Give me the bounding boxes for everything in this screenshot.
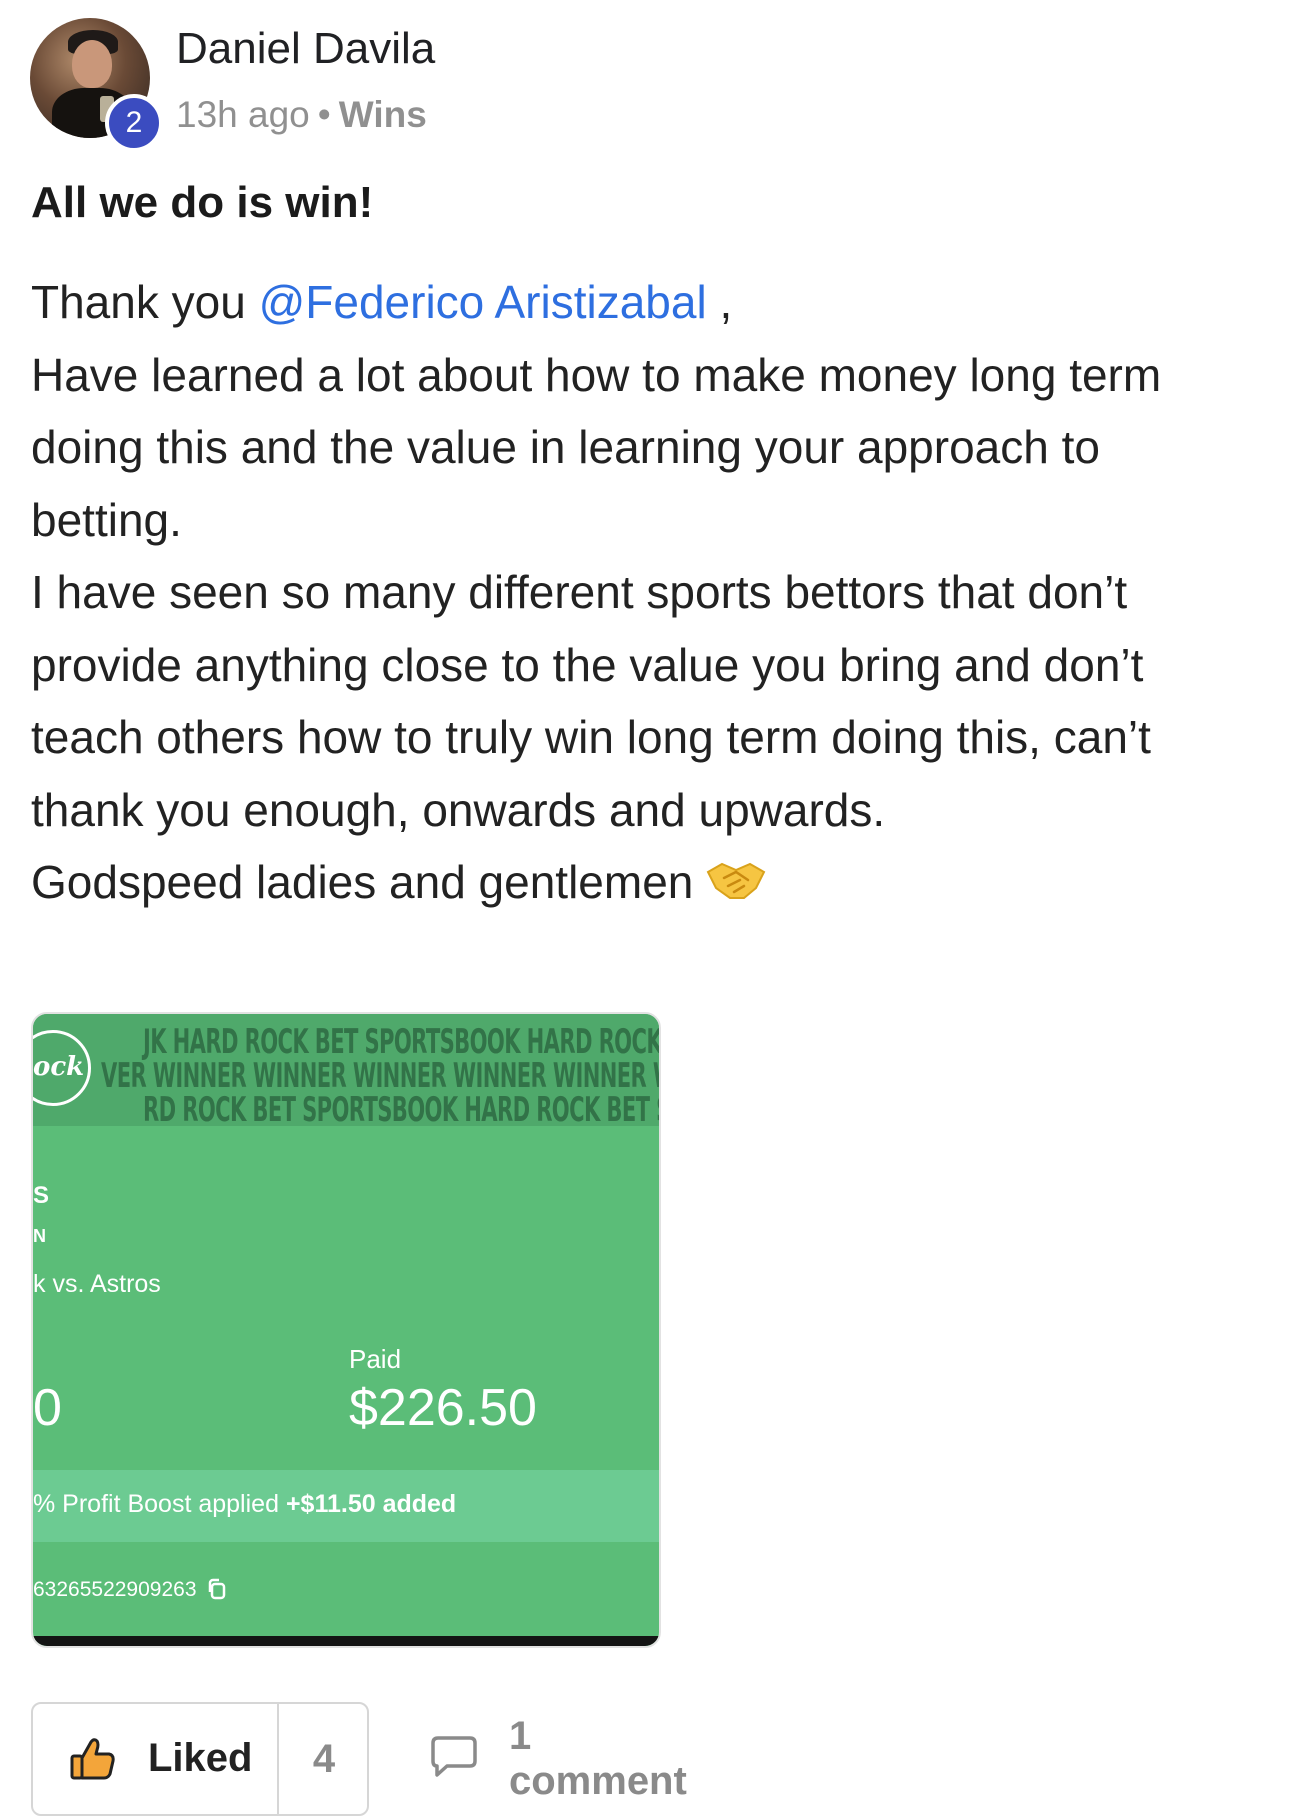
slip-bet-id: 63265522909263 [33, 1578, 227, 1606]
attached-image[interactable]: ock JK HARD ROCK BET SPORTSBOOK HARD ROC… [31, 1012, 661, 1648]
body-line: provide anything close to the value you … [31, 638, 1144, 691]
slip-fragment: N [33, 1226, 46, 1246]
like-count[interactable]: 4 [279, 1704, 369, 1814]
handshake-emoji [706, 852, 766, 925]
thumbs-up-icon [69, 1736, 117, 1787]
like-label: Liked [148, 1736, 253, 1780]
slip-matchup: k vs. Astros [33, 1270, 161, 1298]
body-line: doing this and the value in learning you… [31, 421, 1100, 473]
post-meta: 13h ago • Wins [176, 94, 427, 136]
body-line: Thank you @Federico Aristizabal , [31, 266, 1261, 339]
copy-icon [207, 1578, 227, 1606]
slip-boost-text: % Profit Boost applied +$11.50 added [33, 1490, 456, 1519]
post-title: All we do is win! [31, 178, 374, 227]
post-card: 2 Daniel Davila 13h ago • Wins All we do i… [0, 0, 1290, 1819]
slip-boost-bar: % Profit Boost applied +$11.50 added [33, 1470, 659, 1542]
body-line: betting. [31, 493, 182, 546]
slip-wager: 0 [33, 1379, 62, 1437]
boost-label: % Profit Boost applied [33, 1490, 279, 1518]
boost-added: +$11.50 added [285, 1490, 457, 1518]
slip-banner: RD ROCK BET SPORTSBOOK HARD ROCK BET SPO… [143, 1090, 659, 1126]
avatar-face [72, 40, 112, 88]
slip-bottom-bar [33, 1636, 659, 1646]
slip-header: ock JK HARD ROCK BET SPORTSBOOK HARD ROC… [33, 1014, 659, 1126]
slip-paid-label: Paid [349, 1344, 402, 1374]
post-category[interactable]: Wins [339, 94, 427, 135]
comment-icon [429, 1735, 479, 1784]
meta-separator: • [317, 94, 331, 135]
body-line: thank you enough, onwards and upwards. [31, 783, 886, 836]
post-time: 13h ago [176, 94, 310, 135]
body-text: Godspeed ladies and gentlemen [31, 856, 694, 908]
like-control: Liked 4 [31, 1702, 369, 1816]
logo-text: ock [33, 1052, 85, 1082]
post-body: Thank you @Federico Aristizabal , Have l… [31, 266, 1261, 925]
like-button[interactable]: Liked [33, 1704, 277, 1814]
bet-id-text: 63265522909263 [33, 1578, 197, 1601]
body-line: Have learned a lot about how to make mon… [31, 348, 1162, 401]
comment-button[interactable]: 1 comment [429, 1702, 687, 1816]
body-line: I have seen so many different sports bet… [31, 566, 1128, 618]
slip-paid-value: $226.50 [349, 1379, 537, 1437]
comment-label: 1 comment [509, 1714, 687, 1803]
mention-link[interactable]: @Federico Aristizabal [259, 276, 707, 328]
level-badge: 2 [105, 94, 163, 152]
body-line: teach others how to truly win long term … [31, 711, 1151, 763]
slip-fragment: S [33, 1182, 50, 1209]
body-line: Godspeed ladies and gentlemen [31, 846, 1261, 925]
body-text: , [706, 276, 733, 328]
author-name[interactable]: Daniel Davila [176, 24, 435, 74]
body-text: Thank you [31, 276, 259, 328]
